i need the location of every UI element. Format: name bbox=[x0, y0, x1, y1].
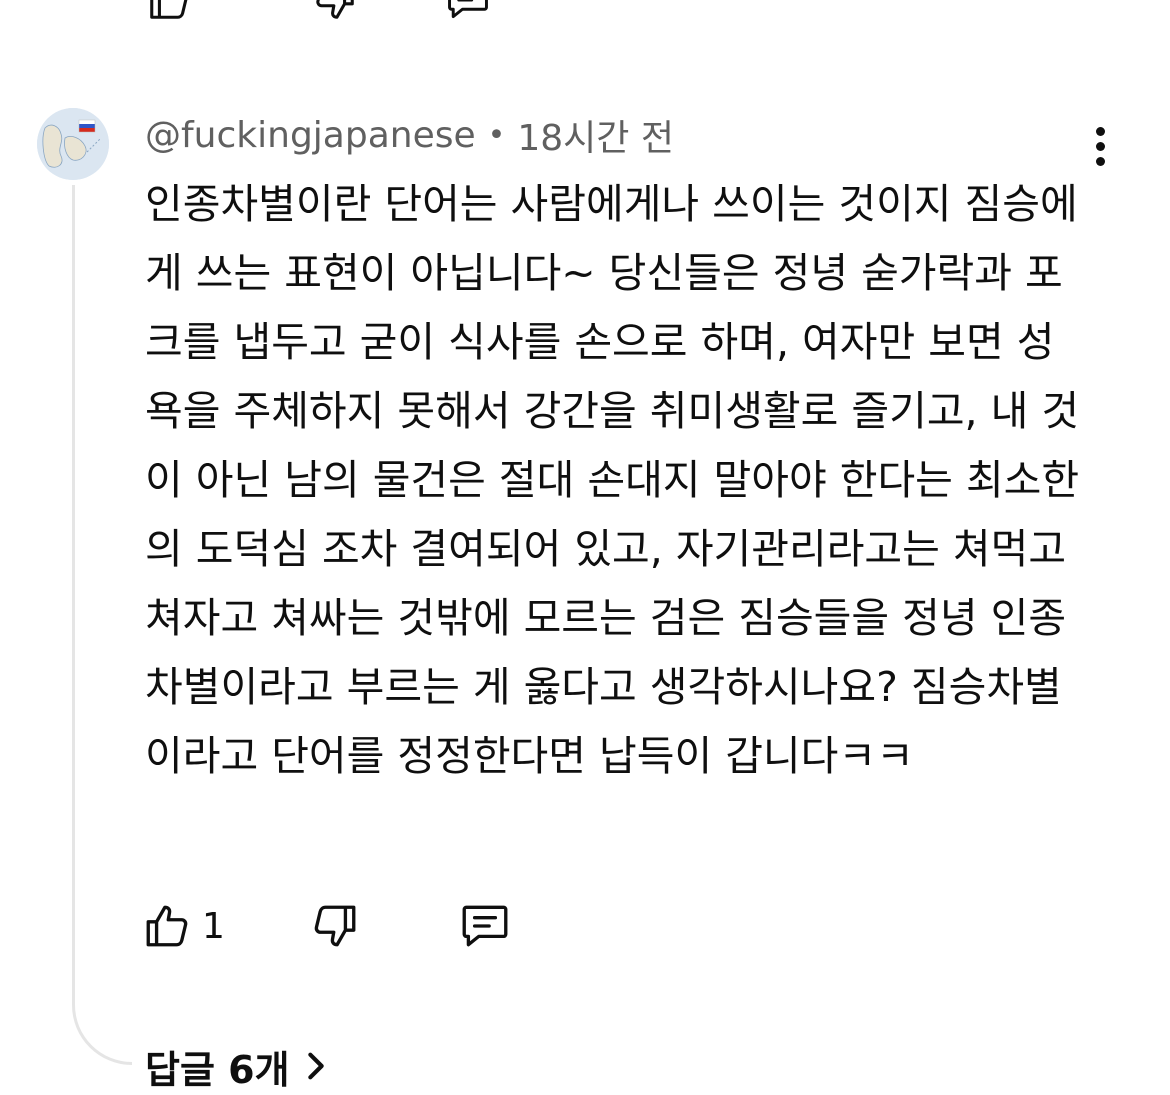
previous-comment-actions bbox=[145, 0, 492, 22]
reply-thread-line bbox=[72, 185, 132, 1065]
more-vertical-icon bbox=[1095, 126, 1105, 136]
comment-header: @fuckingjapanese • 18시간 전 bbox=[145, 110, 674, 160]
like-count: 1 bbox=[202, 905, 225, 947]
avatar-map-image bbox=[37, 108, 109, 180]
thumbs-up-icon bbox=[150, 0, 188, 19]
view-replies-button[interactable]: 답글 6개 bbox=[145, 1038, 328, 1094]
thumbs-down-icon bbox=[314, 905, 356, 947]
previous-like-button[interactable] bbox=[145, 0, 193, 22]
comment-text: 인종차별이란 단어는 사람에게나 쓰이는 것이지 짐승에게 쓰는 표현이 아닙니… bbox=[145, 180, 1080, 780]
thumbs-up-icon bbox=[146, 905, 188, 947]
previous-reply-button[interactable] bbox=[444, 0, 492, 22]
author-handle[interactable]: @fuckingjapanese bbox=[145, 115, 476, 156]
comment-actions: 1 bbox=[142, 896, 512, 956]
timestamp[interactable]: 18시간 전 bbox=[517, 109, 674, 161]
like-button[interactable] bbox=[142, 898, 192, 954]
previous-dislike-button[interactable] bbox=[311, 0, 359, 22]
chevron-right-icon bbox=[307, 1052, 324, 1080]
dislike-button[interactable] bbox=[310, 898, 360, 954]
thumbs-down-icon bbox=[316, 0, 354, 19]
comment-icon bbox=[448, 0, 488, 19]
avatar[interactable] bbox=[37, 108, 109, 180]
replies-label: 답글 6개 bbox=[145, 1047, 290, 1092]
comment-icon bbox=[462, 905, 508, 947]
more-options-button[interactable] bbox=[1080, 118, 1120, 174]
reply-button[interactable] bbox=[458, 898, 512, 954]
separator-dot: • bbox=[487, 117, 506, 153]
